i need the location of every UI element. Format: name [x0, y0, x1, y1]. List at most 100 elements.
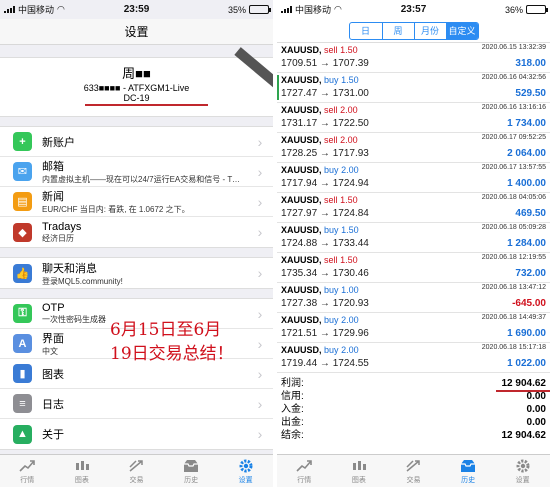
settings-row[interactable]: ≡ 日志 › [0, 389, 273, 419]
settings-row-title: 新账户 [42, 136, 75, 149]
deal-prices: 1735.34 → 1730.46 [281, 268, 369, 279]
settings-row-subtitle: 登录MQL5.community! [42, 276, 123, 286]
signal-icon [281, 6, 292, 13]
deal-lots: 1.50 [340, 45, 358, 55]
segment-1[interactable]: 周 [381, 22, 414, 39]
tab-label: 设置 [515, 476, 530, 484]
tab-chart-tab[interactable]: 图表 [332, 455, 387, 487]
tab-quotes[interactable]: 行情 [277, 455, 332, 487]
signal-icon [4, 6, 15, 13]
chevron-right-icon: › [257, 335, 263, 352]
tab-quotes[interactable]: 行情 [0, 455, 55, 487]
deal-row[interactable]: XAUUSD, sell 1.50 2020.06.15 13:32:39 1709… [277, 43, 550, 73]
period-selector: 日周月份 自定义 [277, 19, 550, 43]
tab-chart-tab[interactable]: 图表 [55, 455, 110, 487]
deal-side: buy [324, 285, 339, 295]
tab-label: 历史 [461, 476, 476, 484]
summary-label: 利润: [281, 378, 304, 389]
settings-row[interactable]: ▲ 关于 › [0, 419, 273, 449]
deal-side: sell [324, 105, 338, 115]
chevron-right-icon: › [257, 395, 263, 412]
deal-lots: 1.50 [340, 195, 358, 205]
chart-icon: ▮ [13, 364, 32, 383]
tab-settings[interactable]: 设置 [495, 455, 550, 487]
chevron-right-icon: › [257, 365, 263, 382]
settings-row-subtitle: EUR/CHF 当日内: 看跌, 在 1.0672 之下。 [42, 205, 190, 214]
deal-date: 2020.06.15 13:32:39 [481, 44, 546, 51]
battery-icon [526, 5, 548, 14]
deal-profit: 318.00 [515, 58, 546, 69]
deal-side: buy [324, 315, 339, 325]
segment-2[interactable]: 月份 [413, 22, 446, 39]
tab-history[interactable]: 历史 [164, 455, 219, 487]
summary-row: 信用: 0.00 [281, 390, 550, 403]
settings-row-text: 聊天和消息 登录MQL5.community! [42, 260, 253, 287]
deal-lots: 2.00 [341, 345, 359, 355]
tab-label: 设置 [238, 476, 253, 484]
segment-0[interactable]: 日 [350, 23, 382, 39]
battery: 36% [505, 5, 548, 15]
tab-settings[interactable]: 设置 [218, 455, 273, 487]
settings-row-title: Tradays [42, 220, 82, 233]
tab-trade[interactable]: 交易 [386, 455, 441, 487]
deal-symbol: XAUUSD, [281, 135, 322, 145]
deal-row[interactable]: XAUUSD, sell 1.50 2020.06.18 12:19:55 1735… [277, 253, 550, 283]
deal-row[interactable]: XAUUSD, buy 1.00 2020.06.18 13:47:12 1727.… [277, 283, 550, 313]
deal-side: buy [324, 225, 339, 235]
summary-row: 入金: 0.00 [281, 403, 546, 416]
tab-label: 历史 [184, 476, 199, 484]
deal-date: 2020.06.18 12:19:55 [481, 254, 546, 261]
deal-profit: 469.50 [515, 208, 546, 219]
deal-date: 2020.06.16 04:32:56 [481, 74, 546, 81]
deal-row[interactable]: XAUUSD, sell 2.00 2020.06.17 09:52:25 1728… [277, 133, 550, 163]
deal-row[interactable]: XAUUSD, sell 1.50 2020.06.18 04:05:06 1727… [277, 193, 550, 223]
account-card[interactable]: 周■■ 633■■■■ - ATFXGM1-Live DC-19 [0, 47, 273, 117]
deal-lots: 2.00 [341, 315, 359, 325]
deal-row[interactable]: XAUUSD, sell 2.00 2020.06.16 13:16:16 1731… [277, 103, 550, 133]
history-icon [182, 458, 200, 474]
overlay-line: 6月15日至6月 [110, 320, 222, 340]
deal-profit: -645.00 [512, 298, 546, 309]
deal-profit: 732.00 [515, 268, 546, 279]
settings-icon [237, 458, 255, 474]
deal-profit: 1 690.00 [507, 328, 546, 339]
otp-icon: ⚿ [13, 304, 32, 323]
carrier-label: 中国移动 [18, 5, 55, 15]
tab-label: 图表 [74, 476, 89, 484]
summary-value: 12 904.62 [501, 378, 547, 389]
settings-row[interactable]: 👍 聊天和消息 登录MQL5.community! › [0, 258, 273, 288]
settings-row[interactable]: ✉ 邮箱 内置虚拟主机——现在可以24/7运行EA交易和信号 - Tr… › [0, 157, 273, 187]
tab-label: 行情 [20, 476, 35, 484]
deal-symbol: XAUUSD, [281, 45, 322, 55]
deal-symbol: XAUUSD, [281, 345, 322, 355]
carrier-label: 中国移动 [295, 5, 332, 15]
deal-prices: 1727.47 → 1731.00 [281, 88, 369, 99]
settings-row-text: 新闻 EUR/CHF 当日内: 看跌, 在 1.0672 之下。 [42, 188, 253, 215]
deal-profit: 529.50 [515, 88, 546, 99]
account-name: 周■■ [122, 66, 151, 81]
tab-history[interactable]: 历史 [441, 455, 496, 487]
settings-row-title: 新闻 [42, 191, 64, 203]
tab-label: 行情 [297, 476, 312, 484]
deal-symbol: XAUUSD, [281, 315, 322, 325]
settings-row[interactable]: + 新账户 › [0, 127, 273, 157]
summary-label: 入金: [281, 404, 304, 415]
settings-row[interactable]: ◆ Tradays 经济日历 › [0, 217, 273, 247]
tab-label: 交易 [129, 476, 144, 484]
deal-row[interactable]: XAUUSD, buy 2.00 2020.06.17 13:57:55 1717.… [277, 163, 550, 193]
deal-side: buy [324, 75, 339, 85]
settings-row-title: 邮箱 [42, 161, 64, 173]
deal-row[interactable]: XAUUSD, buy 2.00 2020.06.18 15:17:18 1719.… [277, 343, 550, 373]
settings-row[interactable]: ▤ 新闻 EUR/CHF 当日内: 看跌, 在 1.0672 之下。 › [0, 187, 273, 217]
tab-trade[interactable]: 交易 [109, 455, 164, 487]
chart-tab-icon [73, 458, 91, 474]
mail-icon: ✉ [13, 162, 32, 181]
deal-profit: 1 400.00 [507, 178, 546, 189]
deal-row[interactable]: XAUUSD, buy 1.50 2020.06.18 05:09:28 1724.… [277, 223, 550, 253]
battery-icon [249, 5, 271, 14]
deal-lots: 1.50 [341, 75, 359, 85]
segment-3[interactable]: 自定义 [445, 22, 478, 39]
chevron-right-icon: › [257, 163, 263, 180]
deal-row[interactable]: XAUUSD, buy 1.50 2020.06.16 04:32:56 1727.… [277, 73, 550, 103]
deal-row[interactable]: XAUUSD, buy 2.00 2020.06.18 14:49:37 1721.… [277, 313, 550, 343]
